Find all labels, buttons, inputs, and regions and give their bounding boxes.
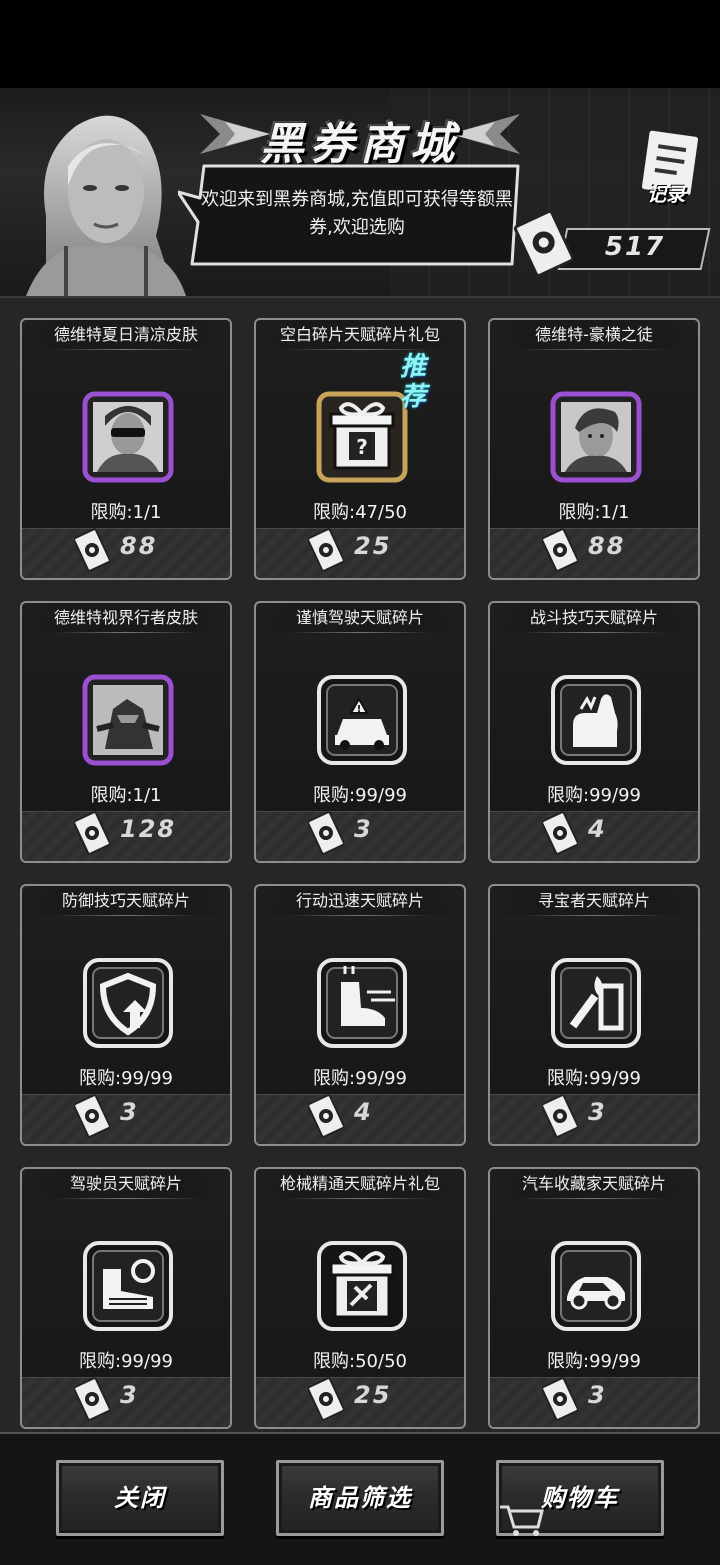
item-price: 25 [354, 532, 392, 560]
purchase-limit: 限购:1/1 [90, 502, 162, 523]
avatar-sunglasses-icon [82, 391, 174, 483]
purchase-limit: 限购:99/99 [313, 785, 407, 806]
welcome-message: 欢迎来到黑券商城,充值即可获得等额黑券,欢迎选购 [201, 189, 513, 238]
shop-item-card[interactable]: 德维特夏日清凉皮肤限购:1/1 88 [20, 318, 232, 580]
item-price: 88 [588, 532, 626, 560]
purchase-limit: 限购:99/99 [547, 1068, 641, 1089]
svg-text:?: ? [356, 435, 368, 459]
black-ticket-icon [542, 1094, 578, 1138]
npc-portrait [26, 115, 186, 296]
purchase-limit: 限购:47/50 [313, 502, 407, 523]
record-button[interactable]: 记录 [636, 180, 696, 207]
svg-text:!: ! [357, 704, 362, 715]
shop-item-card[interactable]: 防御技巧天赋碎片限购:99/99 3 [20, 884, 232, 1146]
item-price: 25 [354, 1381, 392, 1409]
black-ticket-icon [74, 1094, 110, 1138]
purchase-limit: 限购:99/99 [79, 1351, 173, 1372]
purchase-limit: 限购:99/99 [547, 785, 641, 806]
shop-item-card[interactable]: 驾驶员天赋碎片限购:99/99 3 [20, 1167, 232, 1429]
black-ticket-icon [542, 528, 578, 572]
purchase-limit: 限购:50/50 [313, 1351, 407, 1372]
black-ticket-icon [514, 210, 575, 276]
shop-item-card[interactable]: 战斗技巧天赋碎片限购:99/99 4 [488, 601, 700, 863]
shop-item-card[interactable]: 谨慎驾驶天赋碎片! 限购:99/99 3 [254, 601, 466, 863]
item-name: 战斗技巧天赋碎片 [490, 603, 698, 633]
recommended-badge: 推荐 [400, 352, 427, 412]
item-name: 汽车收藏家天赋碎片 [490, 1169, 698, 1199]
mystery-gift-icon: ? [316, 391, 408, 483]
item-name: 驾驶员天赋碎片 [22, 1169, 230, 1199]
avatar-armor-icon [82, 674, 174, 766]
avatar-man-icon [550, 391, 642, 483]
shop-item-card[interactable]: 德维特视界行者皮肤限购:1/1 128 [20, 601, 232, 863]
item-price: 3 [120, 1098, 139, 1126]
item-name: 寻宝者天赋碎片 [490, 886, 698, 916]
shop-item-card[interactable]: 寻宝者天赋碎片限购:99/99 3 [488, 884, 700, 1146]
item-price: 3 [588, 1098, 607, 1126]
black-ticket-icon [74, 1377, 110, 1421]
item-price: 128 [120, 815, 177, 843]
black-ticket-icon [74, 528, 110, 572]
item-price: 3 [354, 815, 373, 843]
shop-item-card[interactable]: 德维特-豪横之徒限购:1/1 88 [488, 318, 700, 580]
item-price: 3 [120, 1381, 139, 1409]
item-name: 枪械精通天赋碎片礼包 [256, 1169, 464, 1199]
item-name: 德维特-豪横之徒 [490, 320, 698, 350]
item-price: 88 [120, 532, 158, 560]
shop-item-card[interactable]: 空白碎片天赋碎片礼包? 推荐限购:47/50 25 [254, 318, 466, 580]
purchase-limit: 限购:1/1 [90, 785, 162, 806]
purchase-limit: 限购:99/99 [313, 1068, 407, 1089]
fast-boot-icon [317, 958, 407, 1048]
black-ticket-icon [542, 811, 578, 855]
cart-icon [500, 1505, 544, 1536]
item-price: 4 [354, 1098, 373, 1126]
car-collector-icon [551, 1241, 641, 1331]
item-name: 德维特夏日清凉皮肤 [22, 320, 230, 350]
black-ticket-icon [308, 528, 344, 572]
black-ticket-icon [308, 1094, 344, 1138]
shop-title-banner: 黑券商城 [200, 108, 520, 170]
item-name: 空白碎片天赋碎片礼包 [256, 320, 464, 350]
purchase-limit: 限购:99/99 [547, 1351, 641, 1372]
shop-item-card[interactable]: 汽车收藏家天赋碎片限购:99/99 3 [488, 1167, 700, 1429]
black-ticket-balance: 517 [604, 232, 666, 262]
shield-up-icon [83, 958, 173, 1048]
shop-item-card[interactable]: 枪械精通天赋碎片礼包限购:50/50 25 [254, 1167, 466, 1429]
black-ticket-icon [308, 811, 344, 855]
careful-driving-icon: ! [317, 675, 407, 765]
item-price: 4 [588, 815, 607, 843]
filter-button[interactable]: 商品筛选 [276, 1460, 444, 1536]
status-bar-area [0, 0, 720, 88]
gun-gift-icon [317, 1241, 407, 1331]
item-name: 防御技巧天赋碎片 [22, 886, 230, 916]
purchase-limit: 限购:1/1 [558, 502, 630, 523]
purchase-limit: 限购:99/99 [79, 1068, 173, 1089]
black-ticket-icon [542, 1377, 578, 1421]
close-button[interactable]: 关闭 [56, 1460, 224, 1536]
item-name: 德维特视界行者皮肤 [22, 603, 230, 633]
item-price: 3 [588, 1381, 607, 1409]
combat-fist-icon [551, 675, 641, 765]
black-ticket-icon [308, 1377, 344, 1421]
black-ticket-icon [74, 811, 110, 855]
item-name: 谨慎驾驶天赋碎片 [256, 603, 464, 633]
shop-item-card[interactable]: 行动迅速天赋碎片限购:99/99 4 [254, 884, 466, 1146]
item-name: 行动迅速天赋碎片 [256, 886, 464, 916]
treasure-torch-icon [551, 958, 641, 1048]
driver-wheel-icon [83, 1241, 173, 1331]
